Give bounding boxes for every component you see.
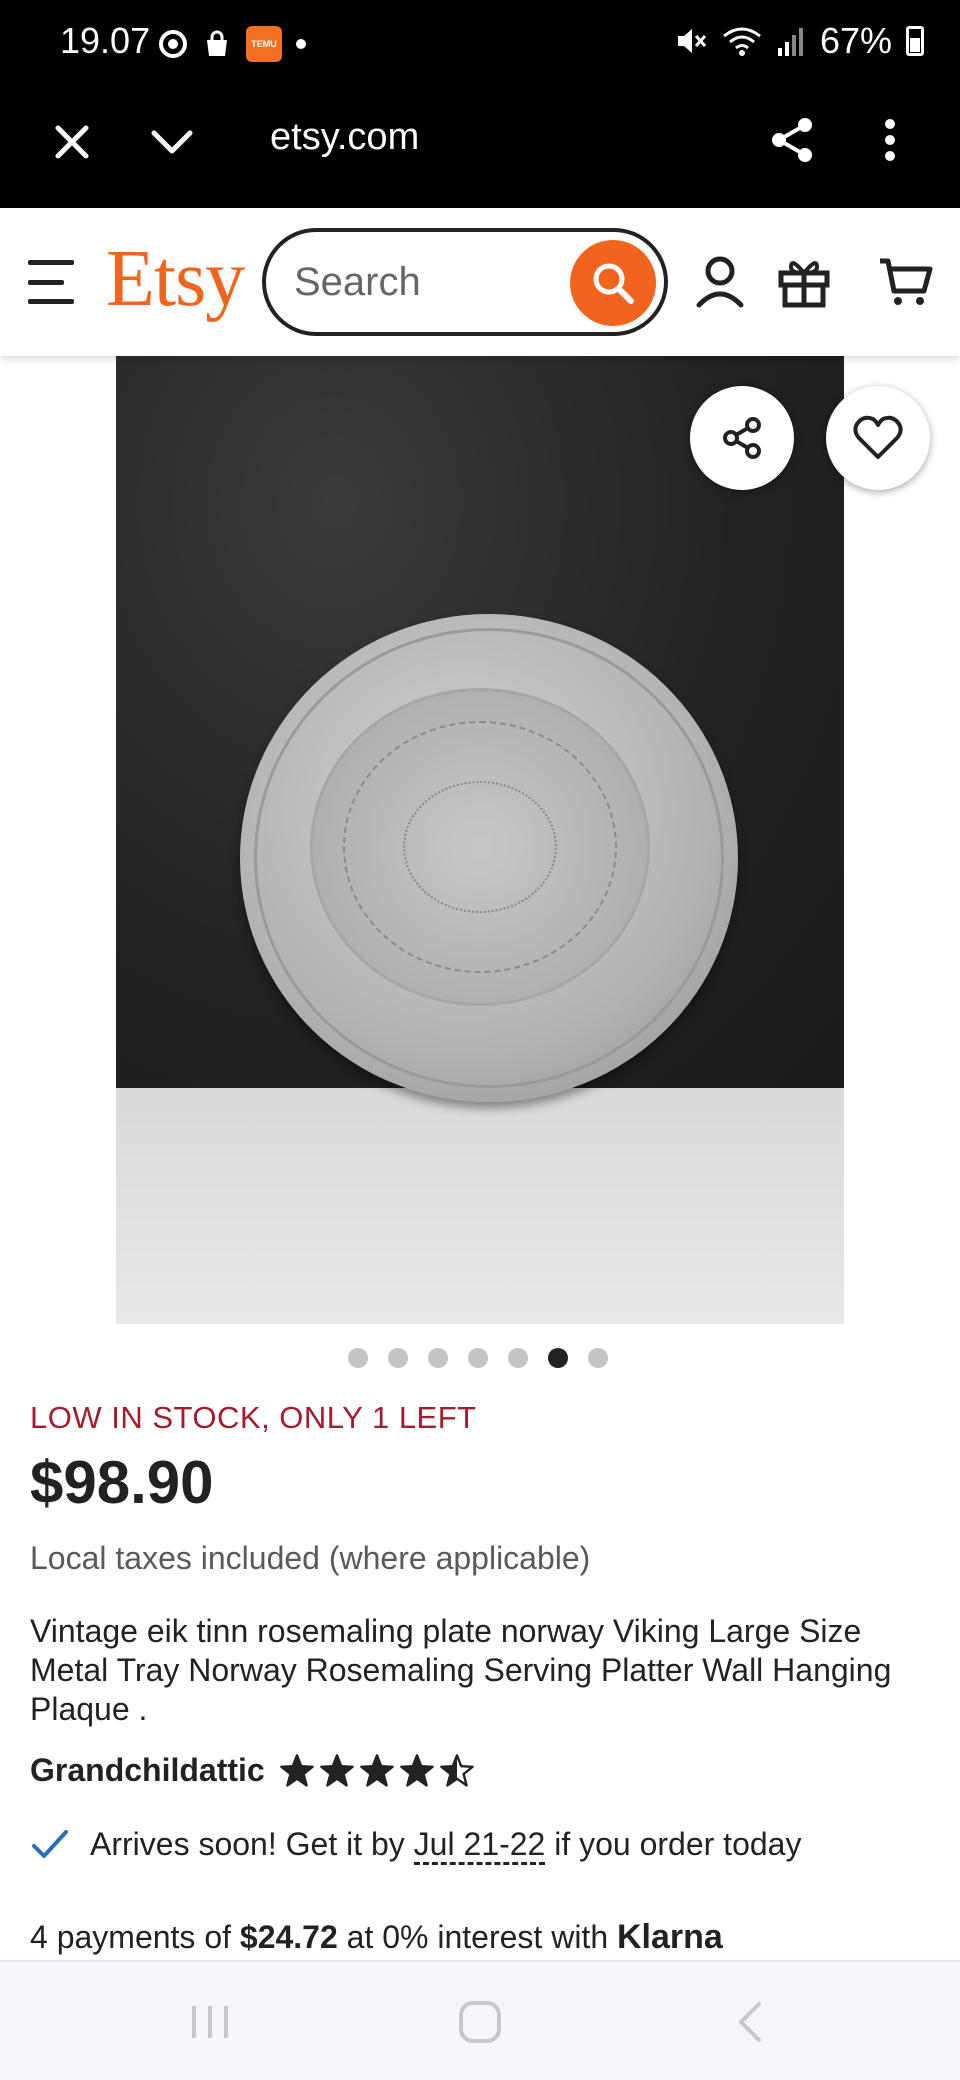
klarna-logo[interactable]: Klarna — [617, 1918, 723, 1956]
more-vert-icon — [885, 119, 895, 161]
recent-apps-icon — [192, 2006, 228, 2038]
back-icon — [739, 2002, 761, 2042]
taxes-note: Local taxes included (where applicable) — [30, 1540, 591, 1576]
browser-toolbar: etsy.com — [0, 86, 960, 208]
home-icon — [459, 2001, 501, 2043]
cart-icon — [880, 258, 933, 305]
star-icon — [399, 1753, 434, 1787]
carousel-dot[interactable] — [588, 1348, 608, 1368]
share-icon — [772, 118, 812, 162]
menu-icon[interactable] — [28, 260, 78, 304]
status-system-icons: 67% — [674, 20, 924, 62]
star-icon — [279, 1753, 314, 1787]
payments-info: 4 payments of $24.72 at 0% interest with… — [30, 1918, 723, 1957]
wifi-icon — [723, 27, 761, 56]
rating-stars[interactable] — [279, 1753, 475, 1789]
payment-amount: $24.72 — [239, 1919, 338, 1955]
carousel-dot[interactable] — [508, 1348, 528, 1368]
plate-engraving — [310, 688, 650, 1006]
status-time: 19.07 — [60, 20, 151, 61]
notification-dot-icon — [296, 39, 306, 49]
star-icon — [359, 1753, 394, 1787]
carousel-dot[interactable] — [548, 1348, 568, 1368]
mute-icon — [677, 29, 707, 53]
photo-shelf — [116, 1088, 844, 1324]
search-input[interactable] — [294, 254, 554, 310]
shopping-bag-icon — [207, 30, 227, 56]
carousel-dot[interactable] — [428, 1348, 448, 1368]
chevron-down-icon — [151, 130, 193, 154]
star-icon — [439, 1753, 474, 1787]
cart-button[interactable] — [876, 252, 936, 312]
heart-icon — [853, 415, 903, 459]
carousel-dot[interactable] — [388, 1348, 408, 1368]
payments-prefix: 4 payments of — [30, 1919, 240, 1955]
product-image[interactable] — [116, 356, 844, 1324]
signal-icon — [777, 28, 803, 56]
close-icon — [55, 125, 89, 159]
temu-icon: TEMU — [246, 26, 282, 62]
pewter-plate — [240, 614, 738, 1102]
arrival-prefix: Arrives soon! Get it by — [90, 1826, 414, 1862]
arrival-info: Arrives soon! Get it by Jul 21-22 if you… — [30, 1826, 802, 1865]
chrome-icon — [159, 30, 187, 58]
star-icon — [319, 1753, 354, 1787]
carousel-dot[interactable] — [348, 1348, 368, 1368]
minimize-button[interactable] — [144, 114, 200, 170]
battery-percent: 67% — [819, 20, 892, 61]
arrival-suffix: if you order today — [545, 1826, 802, 1862]
site-header: Etsy — [0, 208, 960, 356]
recent-apps-button[interactable] — [180, 1998, 240, 2046]
status-notification-icons: TEMU — [158, 26, 306, 62]
carousel-dot[interactable] — [468, 1348, 488, 1368]
system-nav-bar — [0, 1960, 960, 2080]
gift-button[interactable] — [774, 252, 834, 312]
search-button[interactable] — [570, 240, 656, 326]
battery-icon — [906, 26, 924, 56]
search-bar — [262, 228, 668, 336]
more-options-button[interactable] — [862, 108, 918, 172]
shop-name[interactable]: Grandchildattic — [30, 1752, 265, 1789]
stock-notice: LOW IN STOCK, ONLY 1 LEFT — [30, 1400, 477, 1435]
shop-row: Grandchildattic — [30, 1752, 475, 1789]
share-page-button[interactable] — [760, 108, 824, 172]
account-button[interactable] — [690, 252, 750, 312]
share-listing-button[interactable] — [690, 386, 794, 490]
favorite-button[interactable] — [826, 386, 930, 490]
user-icon — [696, 256, 744, 308]
image-carousel-dots — [348, 1348, 608, 1368]
gift-icon — [778, 261, 830, 308]
search-icon — [593, 263, 634, 304]
share-icon — [723, 417, 761, 459]
price: $98.90 — [30, 1449, 214, 1516]
home-button[interactable] — [450, 1998, 510, 2046]
close-tab-button[interactable] — [44, 114, 100, 170]
status-bar: 19.07 TEMU 67% — [0, 0, 960, 86]
check-icon — [32, 1829, 68, 1858]
arrival-date[interactable]: Jul 21-22 — [413, 1826, 546, 1865]
url-display[interactable]: etsy.com — [270, 116, 419, 159]
payments-middle: at 0% interest with — [337, 1919, 617, 1955]
product-title: Vintage eik tinn rosemaling plate norway… — [30, 1613, 892, 1727]
back-button[interactable] — [720, 1998, 780, 2046]
etsy-logo[interactable]: Etsy — [106, 234, 245, 325]
